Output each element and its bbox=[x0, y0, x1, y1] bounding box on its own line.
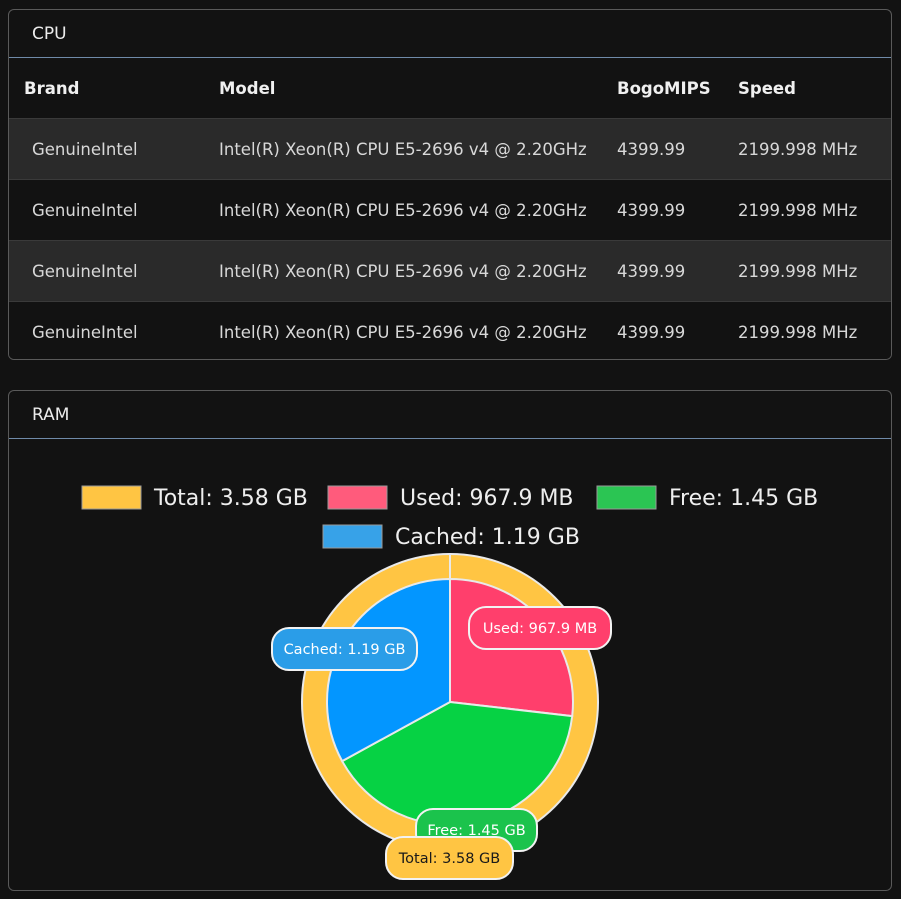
ram-pie-chart: Total: 3.58 GB Used: 967.9 MB Free: 1.45 G… bbox=[81, 485, 818, 880]
cpu-table-header-row: Brand Model BogoMIPS Speed bbox=[9, 58, 891, 119]
cell-bogomips: 4399.99 bbox=[617, 240, 738, 302]
cell-speed: 2199.998 MHz bbox=[738, 179, 891, 241]
cell-bogomips: 4399.99 bbox=[617, 179, 738, 241]
legend-swatch-used bbox=[327, 485, 388, 510]
cell-brand: GenuineIntel bbox=[9, 240, 219, 302]
cell-speed: 2199.998 MHz bbox=[738, 118, 891, 180]
cell-bogomips: 4399.99 bbox=[617, 118, 738, 180]
data-label-used: Used: 967.9 MB bbox=[483, 621, 597, 637]
cell-brand: GenuineIntel bbox=[9, 301, 219, 359]
legend-label-total: Total: 3.58 GB bbox=[153, 486, 308, 511]
legend-swatch-cached bbox=[322, 524, 383, 549]
legend-label-cached: Cached: 1.19 GB bbox=[395, 525, 580, 550]
column-header-bogomips: BogoMIPS bbox=[617, 78, 711, 98]
cell-brand: GenuineIntel bbox=[9, 118, 219, 180]
cell-speed: 2199.998 MHz bbox=[738, 301, 891, 359]
legend-swatch-total bbox=[81, 485, 142, 510]
legend-swatch-free bbox=[596, 485, 657, 510]
ram-card: RAM Total: 3.58 GB Used: 967.9 MB Free: 1.… bbox=[8, 390, 892, 891]
column-header-speed: Speed bbox=[738, 78, 796, 98]
cell-brand: GenuineIntel bbox=[9, 179, 219, 241]
legend-label-used: Used: 967.9 MB bbox=[400, 486, 574, 511]
cell-speed: 2199.998 MHz bbox=[738, 240, 891, 302]
data-label-total: Total: 3.58 GB bbox=[398, 851, 500, 867]
legend-label-free: Free: 1.45 GB bbox=[669, 486, 818, 511]
data-label-cached: Cached: 1.19 GB bbox=[284, 642, 406, 658]
table-row: GenuineIntel Intel(R) Xeon(R) CPU E5-269… bbox=[9, 179, 891, 241]
cpu-card: CPU Brand Model BogoMIPS Speed GenuineIn… bbox=[8, 9, 892, 360]
table-row: GenuineIntel Intel(R) Xeon(R) CPU E5-269… bbox=[9, 301, 891, 359]
cell-model: Intel(R) Xeon(R) CPU E5-2696 v4 @ 2.20GH… bbox=[219, 179, 617, 241]
cpu-card-title: CPU bbox=[9, 10, 891, 58]
table-row: GenuineIntel Intel(R) Xeon(R) CPU E5-269… bbox=[9, 118, 891, 180]
column-header-brand: Brand bbox=[24, 78, 80, 98]
column-header-model: Model bbox=[219, 78, 276, 98]
cell-model: Intel(R) Xeon(R) CPU E5-2696 v4 @ 2.20GH… bbox=[219, 118, 617, 180]
ram-card-title: RAM bbox=[9, 391, 891, 439]
cell-bogomips: 4399.99 bbox=[617, 301, 738, 359]
table-row: GenuineIntel Intel(R) Xeon(R) CPU E5-269… bbox=[9, 240, 891, 302]
cpu-table: Brand Model BogoMIPS Speed GenuineIntel … bbox=[9, 58, 891, 359]
cell-model: Intel(R) Xeon(R) CPU E5-2696 v4 @ 2.20GH… bbox=[219, 240, 617, 302]
cell-model: Intel(R) Xeon(R) CPU E5-2696 v4 @ 2.20GH… bbox=[219, 301, 617, 359]
